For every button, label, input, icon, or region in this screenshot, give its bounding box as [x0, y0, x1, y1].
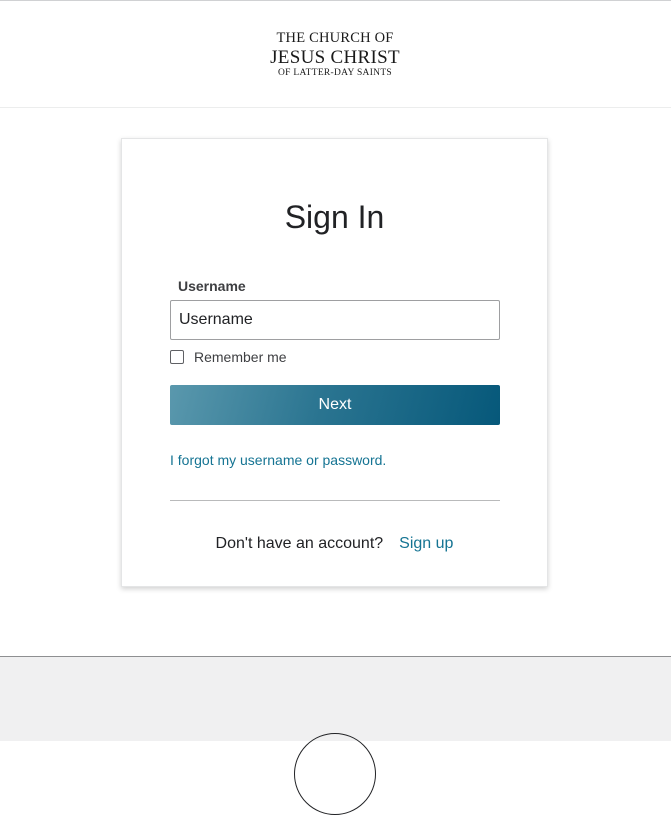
logo-line-3: OF LATTER-DAY SAINTS — [277, 67, 393, 78]
divider — [170, 500, 500, 501]
logo-line-2: JESUS CHRIST — [270, 46, 400, 68]
remember-me-label[interactable]: Remember me — [194, 349, 287, 365]
username-input[interactable] — [170, 300, 500, 340]
next-button[interactable]: Next — [170, 385, 500, 425]
site-header: THE CHURCH OF JESUS CHRIST OF LATTER-DAY… — [0, 1, 671, 108]
signup-link[interactable]: Sign up — [399, 535, 453, 552]
circle-emblem-icon — [294, 733, 376, 815]
page-title: Sign In — [284, 199, 385, 235]
logo-line-1: THE CHURCH OF — [276, 30, 394, 46]
signin-card: Sign In Username Remember me Next I forg… — [121, 138, 548, 587]
site-footer — [0, 656, 671, 815]
no-account-text: Don't have an account? — [215, 535, 384, 552]
forgot-credentials-link[interactable]: I forgot my username or password. — [170, 452, 386, 468]
signup-row: Don't have an account? Sign up — [122, 535, 547, 553]
username-label: Username — [178, 278, 246, 294]
remember-me-row[interactable]: Remember me — [170, 348, 287, 366]
remember-me-checkbox[interactable] — [170, 350, 184, 364]
church-logo[interactable]: THE CHURCH OF JESUS CHRIST OF LATTER-DAY… — [248, 31, 422, 78]
